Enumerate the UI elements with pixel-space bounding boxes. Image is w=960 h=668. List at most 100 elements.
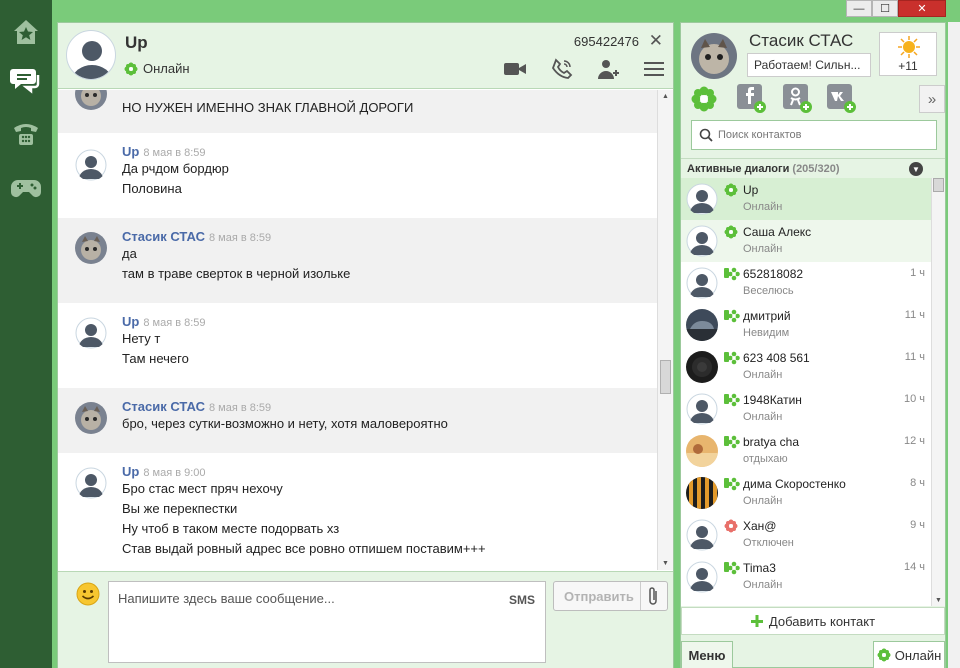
active-dialogs-header[interactable]: Активные диалоги (205/320) ▼ <box>681 158 945 178</box>
cat-avatar <box>75 90 107 110</box>
contact-status: Онлайн <box>743 243 783 255</box>
message-line: Ну чтоб в таком месте подорвать хз <box>122 521 340 536</box>
message-line: там в траве сверток в черной изольке <box>122 266 351 281</box>
message-scrollbar[interactable]: ▲ ▼ <box>657 90 673 570</box>
status-button[interactable]: Онлайн <box>873 641 945 668</box>
message-author[interactable]: Стасик СТАС <box>122 229 205 244</box>
maximize-button[interactable]: ☐ <box>872 0 898 17</box>
my-avatar[interactable] <box>691 33 737 79</box>
contact-row[interactable]: дима Скоростенко Онлайн 8 ч <box>681 472 931 514</box>
message-time: 8 мая в 8:59 <box>208 232 272 244</box>
contact-scrollbar[interactable]: ▼ <box>931 178 945 606</box>
my-status-message[interactable]: Работаем! Сильн... <box>747 53 871 77</box>
status-button-label: Онлайн <box>894 647 942 663</box>
add-person-icon[interactable] <box>596 57 620 81</box>
games-icon[interactable] <box>6 168 46 208</box>
contact-name: 652818082 <box>743 267 804 281</box>
sms-button[interactable]: SMS <box>509 593 535 607</box>
message-line: Да рчдом бордюр <box>122 161 229 176</box>
contact-name: Tima3 <box>743 561 776 575</box>
chevron-down-icon[interactable]: ▼ <box>909 162 923 176</box>
offline-status-icon <box>724 519 738 536</box>
message-line: Половина <box>122 181 182 196</box>
message-line: Став выдай ровный адрес все ровно отпише… <box>122 541 486 556</box>
contact-name: Up <box>743 183 759 197</box>
message-item: НО НУЖЕН ИМЕННО ЗНАК ГЛАВНОЙ ДОРОГИ <box>58 90 658 133</box>
contact-status: Веселюсь <box>743 285 794 297</box>
contact-row[interactable]: Up Онлайн <box>681 178 931 220</box>
attach-icon[interactable] <box>640 582 664 610</box>
chat-contact-uin: 695422476 <box>573 34 639 49</box>
vkontakte-add-icon[interactable] <box>827 84 857 114</box>
contact-status: Отключен <box>743 537 794 549</box>
voice-call-icon[interactable] <box>550 57 574 81</box>
contact-avatar <box>686 351 718 383</box>
message-line: Бро стас мест пряч нехочу <box>122 481 283 496</box>
contact-row[interactable]: Tima3 Онлайн 14 ч <box>681 556 931 598</box>
message-line: НО НУЖЕН ИМЕННО ЗНАК ГЛАВНОЙ ДОРОГИ <box>122 100 414 115</box>
smiley-icon[interactable] <box>76 582 100 606</box>
contact-avatar[interactable] <box>66 30 116 80</box>
contact-scroll-thumb[interactable] <box>933 178 944 192</box>
close-chat-button[interactable]: ✕ <box>649 31 663 51</box>
facebook-add-icon[interactable] <box>737 84 767 114</box>
chat-contact-status: Онлайн <box>124 61 190 76</box>
contact-status: Онлайн <box>743 579 783 591</box>
contact-row[interactable]: дмитрий Невидим 11 ч <box>681 304 931 346</box>
contact-row[interactable]: Саша Алекс Онлайн <box>681 220 931 262</box>
menu-hamburger-icon[interactable] <box>642 57 666 81</box>
contact-row[interactable]: Хан@ Отключен 9 ч <box>681 514 931 556</box>
weather-widget[interactable]: +11 <box>879 32 937 76</box>
message-input[interactable]: Напишите здесь ваше сообщение... SMS <box>108 581 546 663</box>
nav-rail <box>0 0 52 668</box>
weather-temperature: +11 <box>898 59 918 73</box>
message-list: НО НУЖЕН ИМЕННО ЗНАК ГЛАВНОЙ ДОРОГИ Up 8 … <box>58 90 658 570</box>
home-icon[interactable] <box>6 12 46 52</box>
video-call-icon[interactable] <box>503 57 527 81</box>
message-author[interactable]: Стасик СТАС <box>122 399 205 414</box>
icq-flower-icon[interactable] <box>689 84 719 114</box>
search-placeholder: Поиск контактов <box>718 129 802 141</box>
contact-name: 623 408 561 <box>743 351 810 365</box>
cat-avatar <box>75 232 107 264</box>
contact-avatar <box>686 519 718 551</box>
send-button-label: Отправить <box>564 588 634 604</box>
contact-scroll-down-arrow[interactable]: ▼ <box>935 597 942 604</box>
menu-button[interactable]: Меню <box>681 641 733 668</box>
close-window-button[interactable]: ✕ <box>898 0 946 17</box>
scroll-thumb[interactable] <box>660 360 671 394</box>
message-author[interactable]: Up <box>122 144 139 159</box>
message-author[interactable]: Up <box>122 464 139 479</box>
expand-chevron-icon[interactable]: » <box>919 85 945 113</box>
contact-last-seen: 8 ч <box>910 477 925 489</box>
default-avatar <box>75 149 107 181</box>
message-line: Нету т <box>122 331 161 346</box>
contact-last-seen: 12 ч <box>903 435 925 447</box>
online-status-icon <box>724 183 738 200</box>
message-header: Up 8 мая в 8:59 <box>122 314 658 329</box>
online-status-icon <box>724 225 738 242</box>
contact-search-input[interactable]: Поиск контактов <box>691 120 937 150</box>
phone-icon[interactable] <box>6 114 46 154</box>
contact-row[interactable]: 1948Катин Онлайн 10 ч <box>681 388 931 430</box>
scroll-up-arrow[interactable]: ▲ <box>662 93 669 100</box>
contact-name: 1948Катин <box>743 393 802 407</box>
contacts-panel: Стасик СТАС Работаем! Сильн... +11 » Пои… <box>680 22 946 668</box>
contact-name: дмитрий <box>743 309 791 323</box>
send-button[interactable]: Отправить <box>553 581 668 611</box>
message-author[interactable]: Up <box>122 314 139 329</box>
mobile-status-icon <box>724 309 740 326</box>
chats-icon[interactable] <box>6 60 46 100</box>
contact-row[interactable]: 623 408 561 Онлайн 11 ч <box>681 346 931 388</box>
search-icon <box>699 128 713 142</box>
contact-avatar <box>686 393 718 425</box>
add-contact-button[interactable]: Добавить контакт <box>681 607 945 635</box>
minimize-button[interactable]: — <box>846 0 872 17</box>
contact-row[interactable]: 652818082 Веселюсь 1 ч <box>681 262 931 304</box>
scroll-down-arrow[interactable]: ▼ <box>662 560 669 567</box>
my-name: Стасик СТАС <box>749 31 854 50</box>
message-time: 8 мая в 9:00 <box>143 467 206 479</box>
odnoklassniki-add-icon[interactable] <box>783 84 813 114</box>
contact-last-seen: 14 ч <box>903 561 925 573</box>
contact-row[interactable]: bratya cha отдыхаю 12 ч <box>681 430 931 472</box>
